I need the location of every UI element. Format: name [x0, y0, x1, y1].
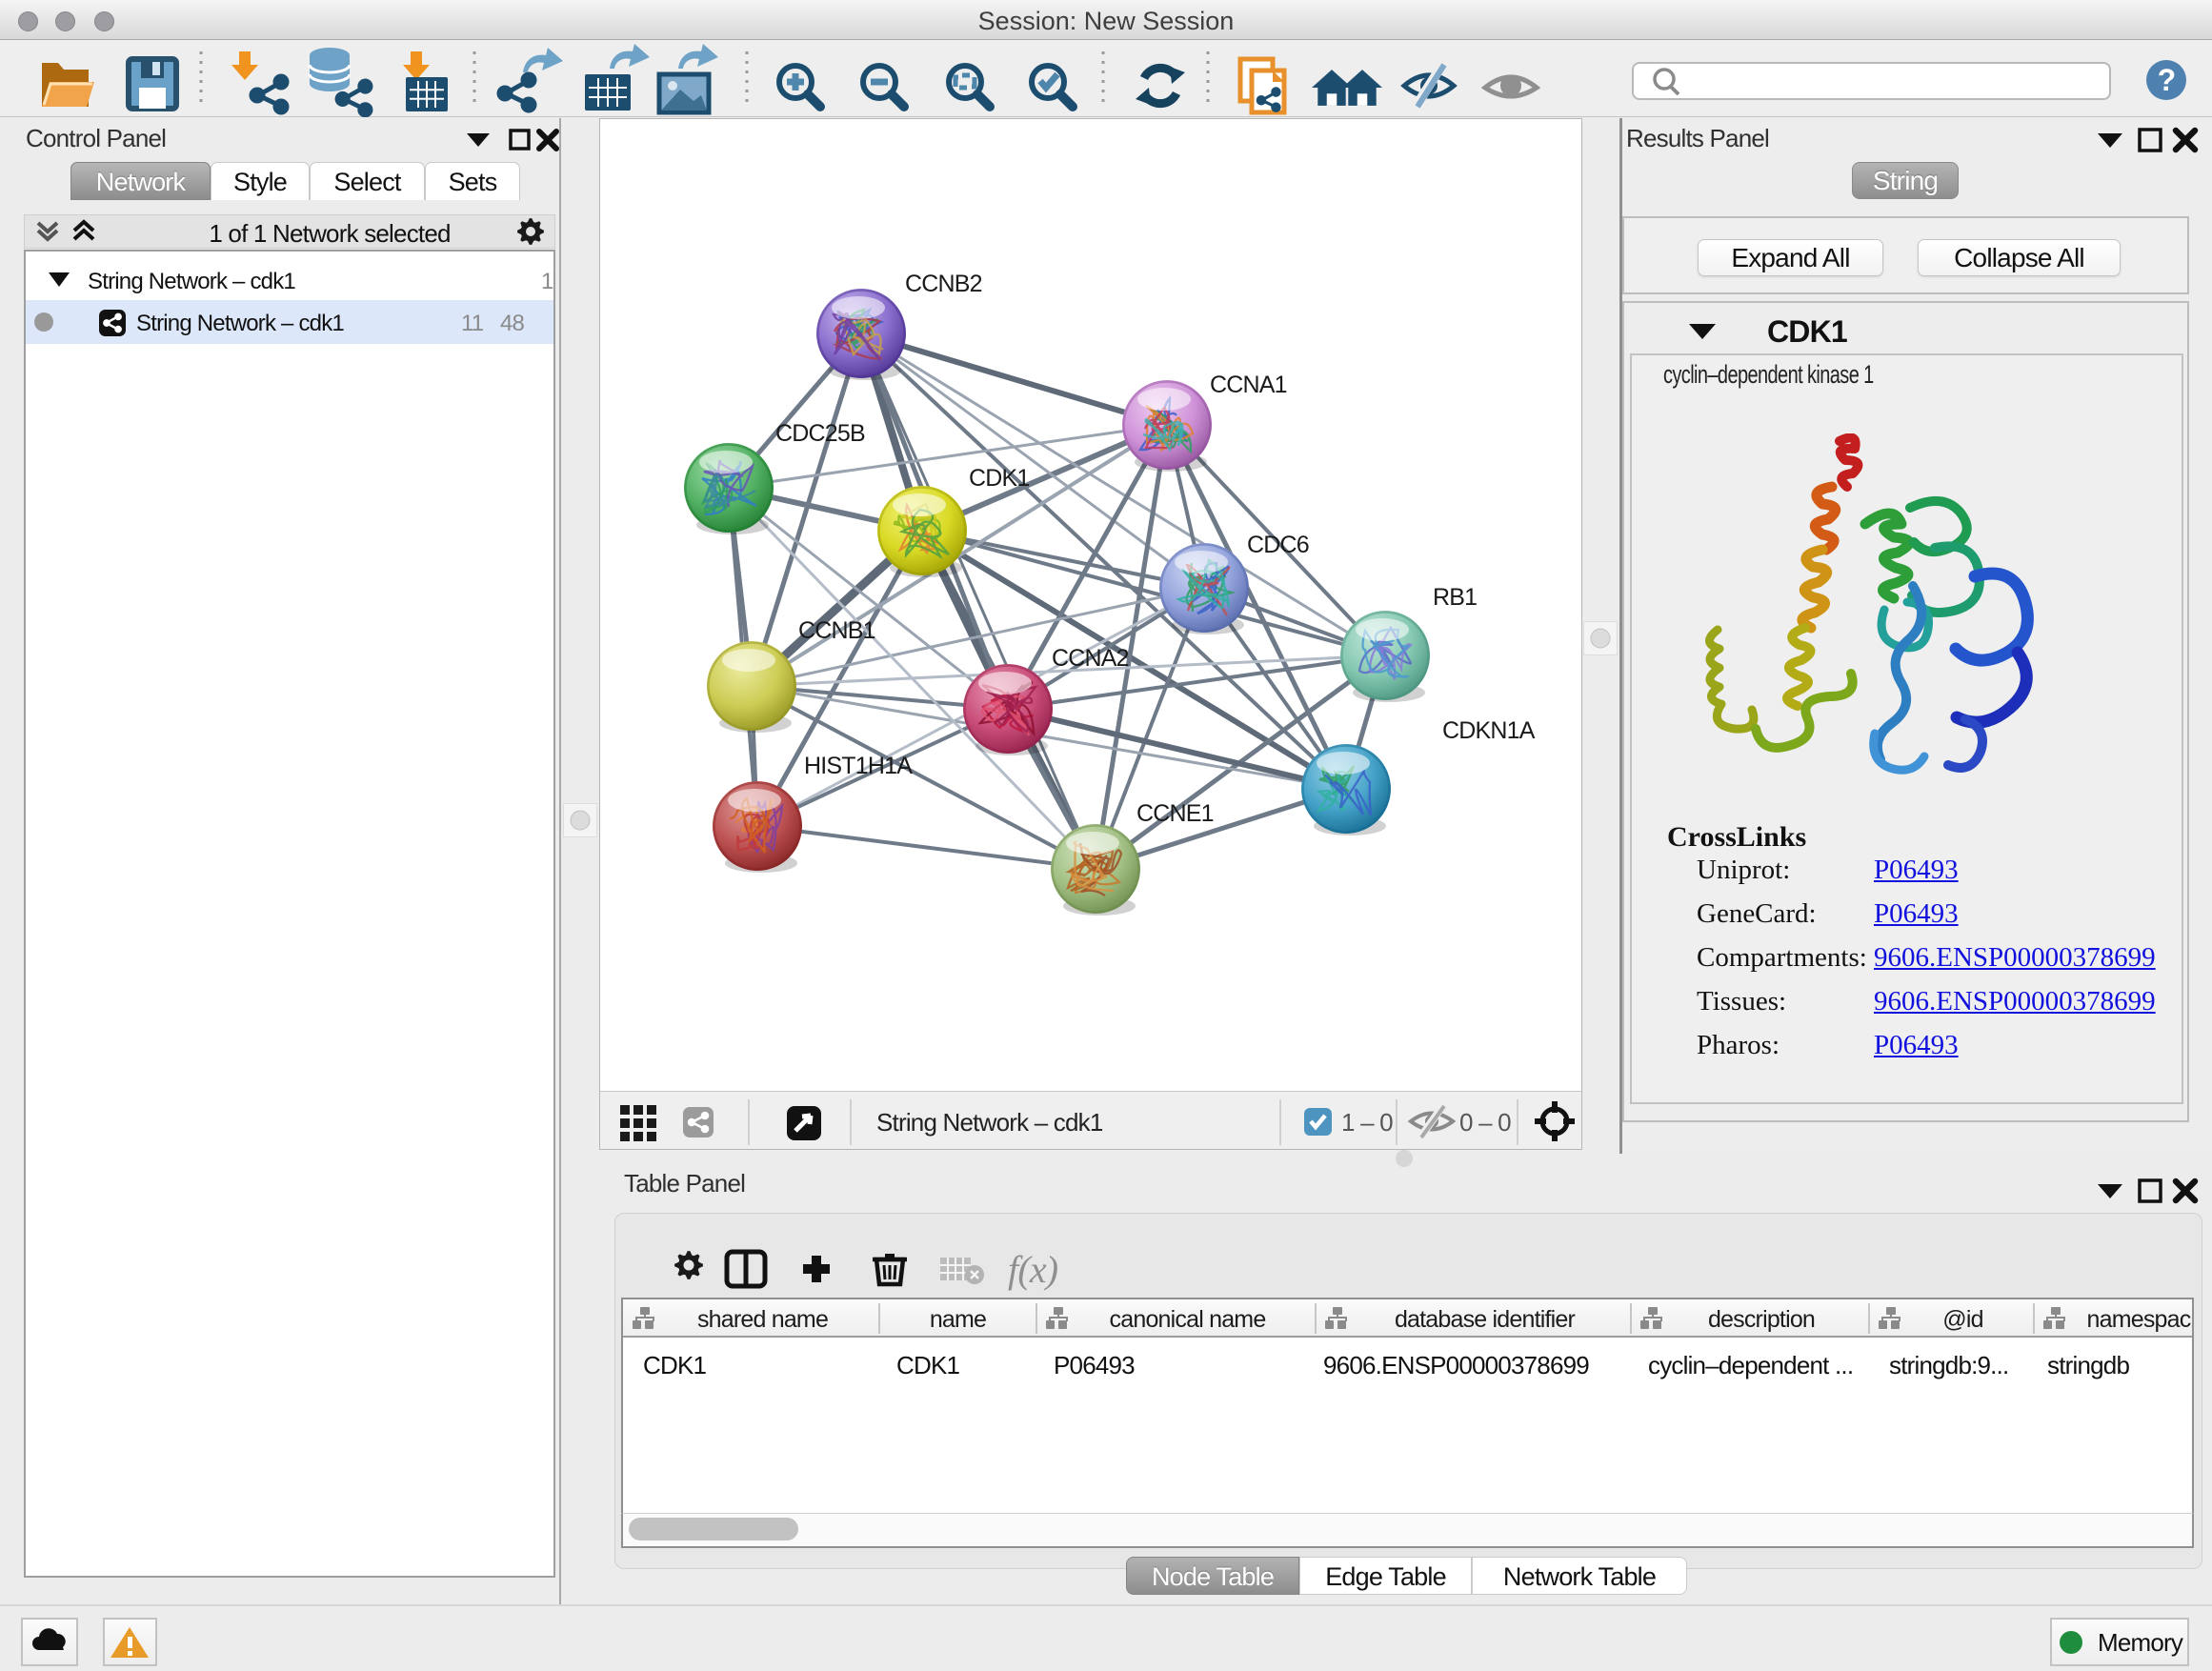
svg-text:?: ? [2158, 63, 2176, 97]
svg-text:CDC6: CDC6 [1247, 532, 1309, 558]
svg-text:name: name [930, 1306, 986, 1333]
svg-text:CCNE1: CCNE1 [1136, 800, 1214, 827]
svg-text:CDK1: CDK1 [969, 465, 1030, 492]
svg-text:canonical name: canonical name [1110, 1306, 1266, 1333]
svg-text:0 – 0: 0 – 0 [1459, 1108, 1511, 1137]
svg-text:CCNB1: CCNB1 [798, 617, 875, 644]
svg-text:1 – 0: 1 – 0 [1341, 1108, 1393, 1137]
svg-text:namespac: namespac [2087, 1306, 2191, 1333]
svg-text:@id: @id [1942, 1306, 1982, 1333]
svg-text:f(x): f(x) [1008, 1248, 1058, 1291]
svg-text:shared name: shared name [697, 1306, 828, 1333]
svg-text:CDKN1A: CDKN1A [1442, 717, 1536, 744]
svg-text:String Network – cdk1: String Network – cdk1 [876, 1108, 1103, 1137]
svg-text:CCNA2: CCNA2 [1052, 645, 1129, 672]
svg-text:RB1: RB1 [1433, 584, 1477, 611]
svg-text:CDC25B: CDC25B [775, 420, 865, 447]
svg-text:description: description [1708, 1306, 1815, 1333]
svg-text:HIST1H1A: HIST1H1A [804, 753, 913, 779]
svg-text:CCNB2: CCNB2 [905, 271, 982, 297]
svg-text:database identifier: database identifier [1395, 1306, 1576, 1333]
svg-text:CCNA1: CCNA1 [1210, 372, 1287, 398]
